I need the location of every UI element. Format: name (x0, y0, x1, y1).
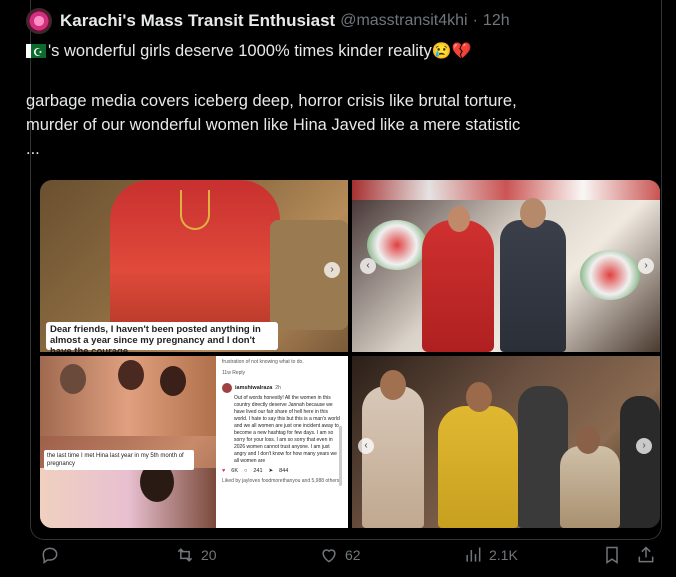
comment-bubble-icon: ○ (244, 468, 248, 474)
media-photo-1[interactable]: › Dear friends, I haven't been posted an… (40, 180, 348, 352)
comment-meta: 11w Reply (222, 370, 245, 376)
comment-count: 241 (253, 468, 263, 474)
avatar[interactable] (26, 8, 52, 34)
like-button[interactable]: 62 (319, 545, 361, 565)
flower-bouquet-right (580, 250, 640, 300)
face-1 (60, 364, 86, 394)
views-icon (466, 547, 481, 562)
comment-time: 2h (275, 384, 281, 391)
commenter-handle: iamshiwalraza (235, 384, 273, 391)
commenter-avatar (222, 383, 232, 393)
comment-actions: ♥ 6K ○ 241 ➤ 844 (222, 468, 342, 475)
like-count: 6K (231, 468, 238, 474)
separator: · (472, 12, 478, 29)
post-time[interactable]: 12h (483, 12, 510, 30)
woman-yellow-figure (438, 406, 518, 528)
groom-face (520, 198, 546, 228)
necklace-shape (180, 190, 210, 230)
post-action-bar: 20 62 2.1K (30, 545, 662, 569)
share-icon (638, 546, 654, 563)
pakistan-flag-icon (26, 41, 46, 65)
share-count: 844 (279, 468, 289, 474)
repost-count: 20 (201, 547, 217, 563)
reply-icon (42, 547, 58, 564)
liked-by-text: Liked by jayloves foodmorethanyou and 5,… (222, 478, 340, 484)
photo-caption-3: the last time I met Hina last year in my… (44, 450, 194, 470)
like-count: 62 (345, 547, 361, 563)
bride-face (448, 206, 470, 232)
photo-caption-1: Dear friends, I haven't been posted anyt… (46, 322, 278, 352)
repost-button[interactable]: 20 (175, 545, 217, 565)
prev-arrow-icon[interactable]: ‹ (360, 258, 376, 274)
post-text-line-1: 's wonderful girls deserve 1000% times k… (26, 39, 472, 65)
reply-button[interactable] (40, 545, 66, 565)
scrollbar[interactable] (339, 426, 342, 486)
post-header: Karachi's Mass Transit Enthusiast @masst… (26, 8, 510, 34)
flower-bouquet-left (367, 220, 427, 270)
post-text-1: 's wonderful girls deserve 1000% times k… (48, 42, 432, 60)
author-handle[interactable]: @masstransit4khi (340, 12, 467, 30)
comment-body: Out of words honestly! All the women in … (234, 395, 340, 464)
heart-icon (322, 549, 336, 563)
media-grid: › Dear friends, I haven't been posted an… (40, 180, 660, 528)
broken-heart-icon: 💔 (451, 43, 472, 60)
post-text-line-2: garbage media covers iceberg deep, horro… (26, 92, 517, 110)
post-text-line-3: murder of our wonderful women like Hina … (26, 116, 521, 134)
side-figure (620, 396, 660, 528)
face-2 (118, 360, 144, 390)
next-arrow-icon[interactable]: › (324, 262, 340, 278)
bookmark-icon (606, 546, 618, 564)
prev-arrow-icon[interactable]: ‹ (358, 438, 374, 454)
face-6 (466, 382, 492, 412)
group-selfie-bottom (40, 468, 216, 528)
media-photo-2[interactable]: ‹ › (352, 180, 660, 352)
media-photo-3[interactable]: the last time I met Hina last year in my… (40, 356, 348, 528)
media-photo-4[interactable]: ‹ › (352, 356, 660, 528)
elder-woman-figure (560, 446, 620, 528)
face-5 (380, 370, 406, 400)
face-3 (160, 366, 186, 396)
repost-icon (177, 548, 193, 562)
like-heart-icon: ♥ (222, 468, 226, 474)
post-text-line-4: ... (26, 140, 40, 158)
author-name[interactable]: Karachi's Mass Transit Enthusiast (60, 11, 335, 31)
send-icon: ➤ (268, 468, 274, 474)
crying-face-icon: 😢 (431, 43, 452, 60)
bookmark-button[interactable] (602, 545, 622, 565)
share-button[interactable] (636, 545, 656, 565)
comment-top-text: frustration of not knowing what to do. (222, 359, 304, 365)
flower-garland (352, 180, 660, 200)
instagram-comment-screenshot: frustration of not knowing what to do. 1… (216, 356, 348, 528)
bride-figure (422, 220, 494, 352)
views-button[interactable]: 2.1K (463, 545, 518, 565)
next-arrow-icon[interactable]: › (636, 438, 652, 454)
next-arrow-icon[interactable]: › (638, 258, 654, 274)
groom-figure (500, 220, 566, 352)
face-7 (576, 426, 600, 454)
views-count: 2.1K (489, 547, 518, 563)
woman-white-figure (362, 386, 424, 528)
